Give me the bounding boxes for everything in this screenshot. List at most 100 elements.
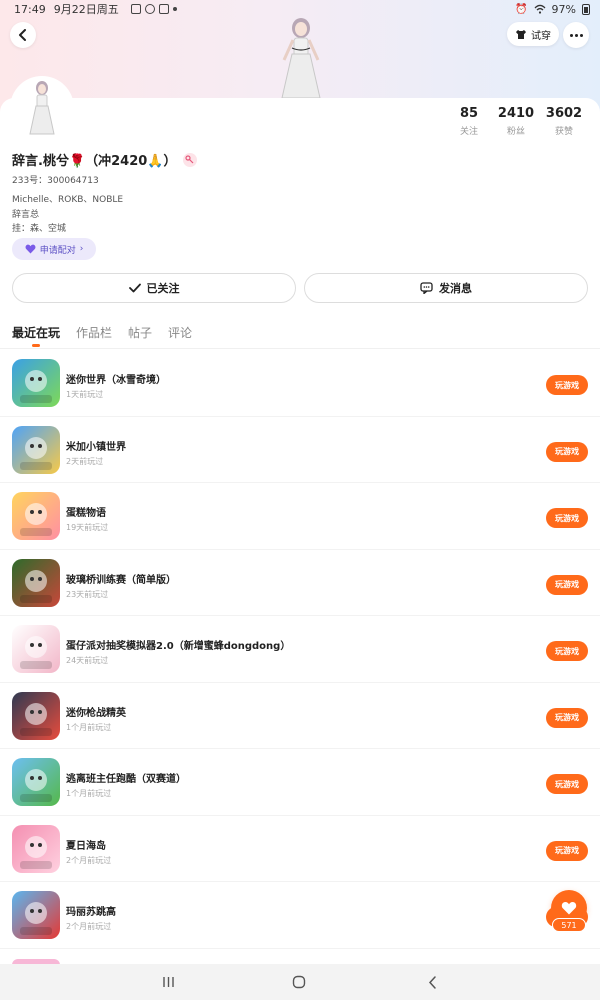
- stat-followers[interactable]: 2410 粉丝: [492, 106, 540, 137]
- game-icon[interactable]: [12, 824, 60, 873]
- game-title: 玛丽苏跳高: [66, 907, 116, 918]
- game-last-played: 1个月前玩过: [66, 789, 112, 798]
- tab-comments[interactable]: 评论: [168, 324, 192, 341]
- send-message-label: 发消息: [439, 282, 472, 295]
- game-list-item[interactable]: 玛丽苏跳高2个月前玩过玩游戏: [0, 882, 600, 949]
- game-icon-art: [20, 370, 52, 403]
- profile-bio-line: 辞言总: [12, 210, 40, 220]
- tab-recently-played[interactable]: 最近在玩: [12, 324, 60, 347]
- profile-bio-line: 挂：森、空城: [12, 224, 67, 234]
- play-game-button[interactable]: 玩游戏: [546, 441, 588, 462]
- following-label: 已关注: [146, 282, 180, 295]
- game-icon-art: [20, 769, 52, 802]
- notification-icons: [130, 4, 177, 14]
- stat-following[interactable]: 85 关注: [446, 106, 492, 137]
- wifi-icon: [534, 4, 546, 14]
- profile-tabs: 最近在玩 作品栏 帖子 评论: [12, 324, 192, 347]
- game-icon[interactable]: [12, 891, 60, 939]
- play-game-button[interactable]: 玩游戏: [546, 641, 588, 661]
- game-title: 逃离班主任跑酷（双赛道）: [66, 774, 186, 785]
- recent-apps-button[interactable]: [160, 974, 176, 990]
- game-title: 夏日海岛: [66, 840, 106, 852]
- game-icon-art: [20, 569, 52, 603]
- game-icon[interactable]: [12, 558, 60, 607]
- status-date: 9月22日周五: [53, 3, 119, 16]
- tab-posts[interactable]: 帖子: [128, 324, 152, 341]
- more-options-button[interactable]: [563, 22, 589, 48]
- heart-icon: [25, 244, 36, 254]
- key-badge-icon[interactable]: [182, 152, 197, 167]
- game-icon[interactable]: [12, 758, 60, 806]
- game-last-played: 2个月前玩过: [66, 922, 112, 931]
- back-button[interactable]: [10, 22, 36, 48]
- chevron-right-icon: ›: [79, 244, 84, 254]
- profile-name: 辞言.桃兮🌹（冲2420🙏）: [12, 154, 177, 169]
- profile-card: [0, 98, 600, 358]
- avatar[interactable]: [12, 78, 72, 138]
- game-icon-art: [20, 436, 52, 470]
- game-icon-art: [20, 636, 52, 669]
- game-last-played: 1个月前玩过: [66, 722, 112, 732]
- play-game-button[interactable]: 玩游戏: [546, 508, 588, 528]
- more-notifications-icon: [172, 7, 177, 11]
- notification-icon: [144, 4, 155, 14]
- tab-works[interactable]: 作品栏: [76, 324, 112, 341]
- game-last-played: 2天前玩过: [66, 456, 104, 466]
- play-game-button[interactable]: 玩游戏: [546, 375, 588, 395]
- game-title: 玻璃桥训练赛（简单版）: [66, 574, 176, 586]
- game-list-item[interactable]: 逃离班主任跑酷（双赛道） 1个月前玩过 玩游戏: [0, 749, 600, 816]
- divider: [0, 348, 600, 349]
- game-title: 蛋仔派对抽奖模拟器2.0（新增蜜蜂dongdong）: [66, 641, 291, 652]
- alarm-icon: ⏰: [515, 3, 528, 15]
- game-icon-art: [20, 902, 52, 935]
- game-list-item[interactable]: 蛋糕物语 19天前玩过 玩游戏: [0, 483, 600, 550]
- game-list-item[interactable]: 夏日海岛 2个月前玩过 玩游戏: [0, 816, 600, 882]
- game-list-item[interactable]: 蛋仔派对抽奖模拟器2.0（新增蜜蜂dongdong） 24天前玩过 玩游戏: [0, 616, 600, 683]
- game-title: 迷你枪战精英: [66, 707, 126, 719]
- stat-label: 关注: [459, 127, 478, 137]
- play-game-button[interactable]: 玩游戏: [546, 774, 588, 794]
- game-icon[interactable]: [12, 691, 60, 740]
- game-last-played: 24天前玩过: [66, 656, 109, 665]
- game-list-item[interactable]: 玻璃桥训练赛（简单版） 23天前玩过 玩游戏: [0, 550, 600, 616]
- image-icon: [158, 4, 169, 14]
- game-icon[interactable]: [12, 625, 60, 673]
- check-icon: [128, 283, 141, 293]
- shirt-icon: [516, 29, 526, 39]
- stat-label: 粉丝: [506, 127, 525, 137]
- play-game-button[interactable]: 玩游戏: [546, 840, 588, 861]
- play-game-button[interactable]: 玩游戏: [546, 574, 588, 595]
- apply-pair-button[interactable]: 申请配对 ›: [12, 238, 96, 260]
- avatar-figure-image: [281, 18, 321, 99]
- game-list-item[interactable]: 米加小镇世界 2天前玩过 玩游戏: [0, 417, 600, 483]
- avatar-image: [29, 81, 55, 135]
- game-last-played: 2个月前玩过: [66, 855, 112, 865]
- message-icon: [420, 282, 433, 294]
- profile-bio-line: Michelle、ROKB、NOBLE: [12, 195, 124, 205]
- stat-likes[interactable]: 3602 获赞: [540, 106, 588, 137]
- back-nav-button[interactable]: [424, 974, 440, 990]
- game-icon[interactable]: [12, 425, 60, 474]
- play-game-button[interactable]: 玩游戏: [546, 707, 588, 728]
- recently-played-list: 迷你世界（冰雪奇境） 1天前玩过 玩游戏 米加小镇世界 2天前玩过 玩游戏 蛋糕物语 19天前…: [0, 350, 600, 949]
- chevron-left-icon: [19, 29, 26, 41]
- send-message-button[interactable]: 发消息: [304, 273, 588, 303]
- profile-name-row: 辞言.桃兮🌹（冲2420🙏）: [12, 150, 197, 169]
- profile-stats: 85 关注 2410 粉丝 3602 获赞: [446, 106, 588, 137]
- game-list-item[interactable]: 迷你世界（冰雪奇境） 1天前玩过 玩游戏: [0, 350, 600, 417]
- try-on-label: 试穿: [531, 30, 551, 42]
- recent-apps-icon: [162, 977, 174, 987]
- game-title: 迷你世界（冰雪奇境）: [66, 375, 166, 386]
- try-on-button[interactable]: 试穿: [507, 22, 559, 46]
- apply-pair-label: 申请配对: [39, 245, 76, 256]
- game-list-item[interactable]: 迷你枪战精英 1个月前玩过 玩游戏: [0, 683, 600, 749]
- stat-number: 2410: [497, 106, 535, 121]
- battery-icon: [582, 3, 590, 15]
- home-button[interactable]: [291, 974, 307, 990]
- game-last-played: 23天前玩过: [66, 589, 109, 599]
- notification-icon: [130, 4, 141, 14]
- game-icon[interactable]: [12, 359, 60, 407]
- like-count: 571: [552, 918, 586, 932]
- game-icon[interactable]: [12, 492, 60, 540]
- following-button[interactable]: 已关注: [12, 273, 296, 303]
